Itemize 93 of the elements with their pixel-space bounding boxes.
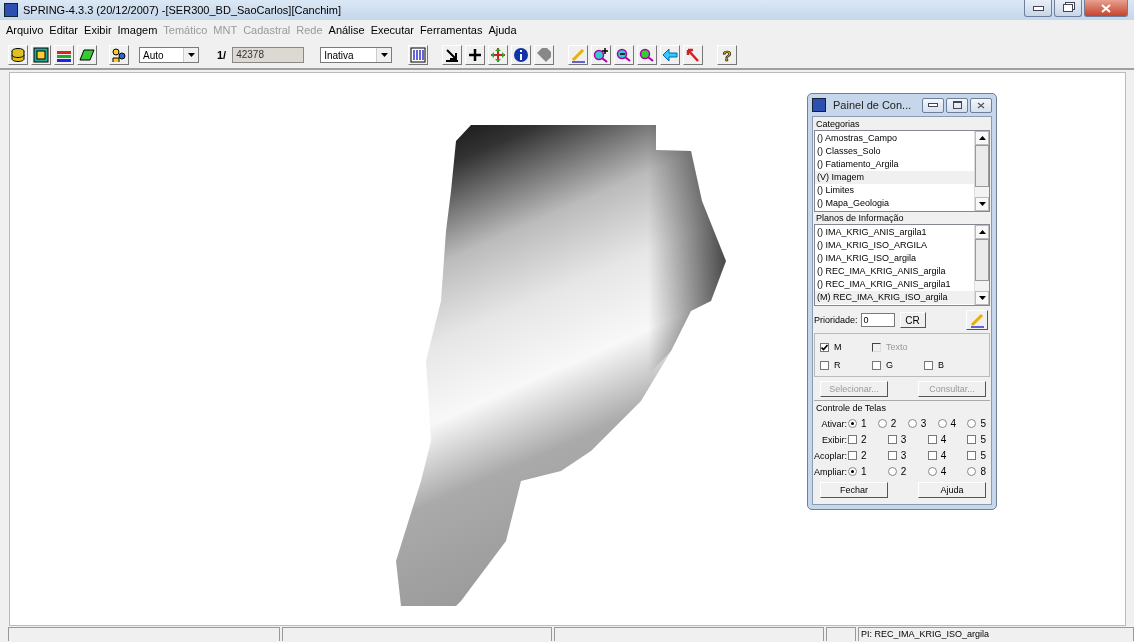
radio-button[interactable]: 4: [937, 418, 957, 429]
caret-down-icon: [978, 202, 986, 206]
list-item[interactable]: () Fatiamento_Argila: [815, 158, 974, 171]
row-label: Acoplar:: [814, 450, 848, 461]
radio-button[interactable]: 3: [907, 418, 927, 429]
status-pane: [826, 627, 856, 641]
help-button[interactable]: Ajuda: [918, 482, 986, 498]
magnifier-icon[interactable]: [637, 45, 658, 65]
priority-field[interactable]: 0: [860, 313, 895, 327]
restore-button[interactable]: [1054, 0, 1082, 17]
maximize-button[interactable]: [946, 97, 968, 113]
row-label: Ativar:: [820, 418, 848, 429]
scale-label: 1/: [217, 49, 227, 61]
list-item[interactable]: (V) Imagem: [815, 171, 974, 184]
list-item[interactable]: () IMA_KRIG_ISO_argila: [815, 252, 974, 265]
info-icon[interactable]: [511, 45, 532, 65]
layers-icon[interactable]: [54, 45, 74, 65]
caret-down-icon: [978, 296, 986, 300]
radio-button[interactable]: 2: [887, 466, 907, 477]
panel-title: Painel de Con...: [833, 99, 913, 111]
close-icon: [977, 101, 985, 109]
cr-button[interactable]: CR: [899, 312, 926, 328]
radio-button[interactable]: 1: [848, 418, 867, 429]
menu-item[interactable]: Análise: [328, 24, 365, 36]
checkbox[interactable]: B: [924, 360, 976, 370]
zoom-out-icon[interactable]: [614, 45, 635, 65]
back-arrow-icon[interactable]: [660, 45, 681, 65]
panel-icon: [812, 98, 826, 112]
priority-label: Prioridade:: [814, 315, 858, 325]
menu-item[interactable]: Ferramentas: [420, 24, 483, 36]
checkbox[interactable]: 3: [887, 450, 907, 461]
plus-icon[interactable]: [465, 45, 486, 65]
checkbox[interactable]: 5: [967, 450, 986, 461]
caret-down-icon: [187, 53, 195, 57]
bars-icon[interactable]: [408, 45, 429, 65]
menu-item[interactable]: Ajuda: [488, 24, 517, 36]
pencil-icon[interactable]: [568, 45, 589, 65]
list-item[interactable]: () Limites: [815, 184, 974, 197]
caret-up-icon: [978, 230, 986, 234]
radio-button[interactable]: 8: [967, 466, 986, 477]
menu-item[interactable]: Editar: [49, 24, 79, 36]
close-button[interactable]: [970, 97, 992, 113]
menu-item[interactable]: Executar: [370, 24, 415, 36]
checkbox[interactable]: 2: [848, 450, 867, 461]
scale-field[interactable]: 42378: [232, 47, 305, 63]
minimize-button[interactable]: [1024, 0, 1052, 17]
checkbox[interactable]: R: [820, 360, 872, 370]
radio-button[interactable]: 5: [967, 418, 986, 429]
menu-item[interactable]: Imagem: [117, 24, 158, 36]
minimize-button[interactable]: [922, 97, 944, 113]
section-label: Planos de Informação: [815, 212, 905, 224]
parallelogram-icon[interactable]: [77, 45, 97, 65]
menu-item[interactable]: Exibir: [84, 24, 112, 36]
radio-button[interactable]: 4: [927, 466, 947, 477]
caret-down-icon: [380, 53, 388, 57]
list-item[interactable]: (M) REC_IMA_KRIG_ISO_argila: [815, 291, 974, 304]
window-title: SPRING-4.3.3 (20/12/2007) -[SER300_BD_SaoCarlos][Canchim]: [23, 4, 342, 16]
section-label: Categorias: [815, 118, 861, 130]
dropdown[interactable]: Inativa: [320, 47, 393, 63]
list-item[interactable]: () Amostras_Campo: [815, 132, 974, 145]
row-label: Ampliar:: [814, 466, 848, 477]
radio-button[interactable]: 1: [848, 466, 867, 477]
radio-button[interactable]: 2: [877, 418, 897, 429]
scrollbar[interactable]: [974, 131, 989, 211]
close-icon: [1101, 3, 1111, 13]
group-label: Controle de Telas: [815, 403, 887, 413]
move-arrows-icon[interactable]: [488, 45, 509, 65]
checkbox[interactable]: 5: [967, 434, 986, 445]
list-item[interactable]: () Mapa_Geologia: [815, 197, 974, 210]
close-button[interactable]: Fechar: [820, 482, 888, 498]
checkbox[interactable]: 4: [927, 450, 947, 461]
check-icon: [821, 343, 828, 351]
menu-item[interactable]: Arquivo: [6, 24, 44, 36]
app-icon: [4, 3, 18, 17]
list-item[interactable]: () REC_IMA_KRIG_ANIS_argila1: [815, 278, 974, 291]
dropdown[interactable]: Auto: [139, 47, 199, 63]
pencil-button[interactable]: [966, 310, 988, 330]
checkbox[interactable]: G: [872, 360, 924, 370]
list-item[interactable]: () IMA_KRIG_ISO_ARGILA: [815, 239, 974, 252]
list-item[interactable]: () REC_IMA_KRIG_ANIS_argila: [815, 265, 974, 278]
status-pane: PI: REC_IMA_KRIG_ISO_argila: [858, 627, 1134, 641]
list-item[interactable]: () Classes_Solo: [815, 145, 974, 158]
checkbox[interactable]: 3: [887, 434, 907, 445]
checkbox[interactable]: 4: [927, 434, 947, 445]
list-item[interactable]: () IMA_KRIG_ANIS_argila1: [815, 226, 974, 239]
scrollbar[interactable]: [974, 225, 989, 305]
row-label: Exibir:: [821, 434, 848, 445]
caret-up-icon: [978, 136, 986, 140]
zoom-in-icon[interactable]: [591, 45, 612, 65]
close-button[interactable]: [1084, 0, 1128, 17]
database-icon[interactable]: [8, 45, 28, 65]
checkbox[interactable]: M: [820, 342, 872, 352]
checkbox[interactable]: 2: [848, 434, 867, 445]
